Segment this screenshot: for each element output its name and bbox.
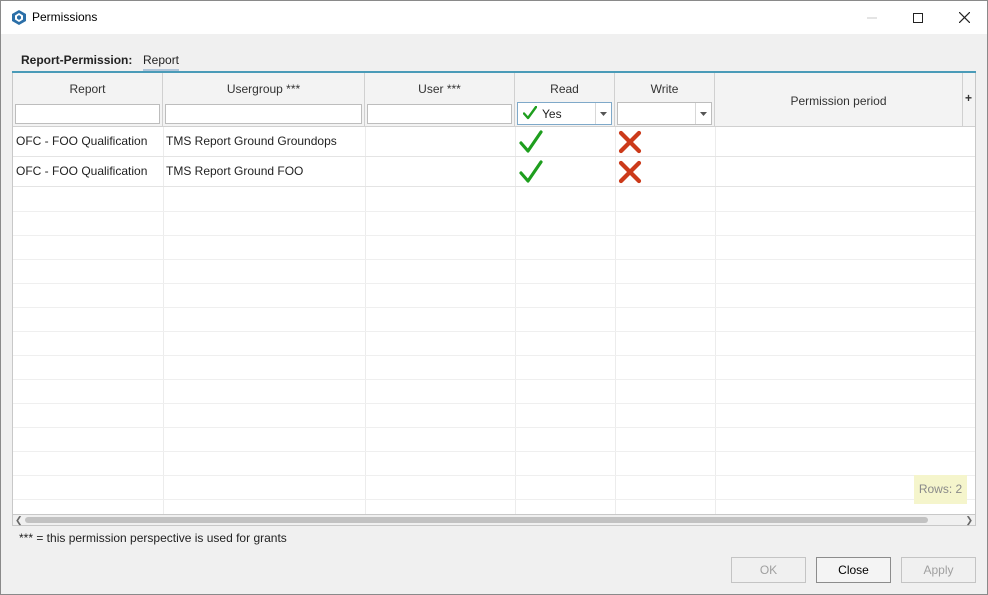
column-header-report[interactable]: Report	[13, 73, 163, 127]
grid-divider	[13, 259, 975, 260]
table-row[interactable]: OFC - FOO Qualification TMS Report Groun…	[13, 157, 975, 187]
cross-icon[interactable]	[618, 160, 642, 184]
tab-caption: Report-Permission:	[21, 53, 133, 67]
column-header-write[interactable]: Write	[615, 73, 715, 127]
scroll-left-icon[interactable]: ❮	[15, 515, 23, 525]
horizontal-scrollbar[interactable]: ❮ ❯	[12, 514, 976, 526]
cell-period	[715, 127, 963, 157]
tab-report[interactable]: Report	[143, 53, 180, 72]
cell-period	[715, 157, 963, 187]
cell-usergroup: TMS Report Ground Groundops	[166, 134, 337, 148]
table-row[interactable]: OFC - FOO Qualification TMS Report Groun…	[13, 127, 975, 157]
grid-divider	[13, 211, 975, 212]
grants-footnote: *** = this permission perspective is use…	[19, 531, 287, 545]
close-window-button[interactable]	[941, 1, 987, 34]
maximize-icon	[913, 12, 923, 23]
grid-divider	[13, 235, 975, 236]
rows-count-badge: Rows: 2	[914, 475, 967, 504]
grid-divider	[13, 499, 975, 500]
column-header-usergroup[interactable]: Usergroup ***	[163, 73, 365, 127]
write-filter-select[interactable]	[617, 102, 712, 125]
grid-header: Report Usergroup *** User *** Read Yes W…	[13, 73, 975, 127]
column-header-user[interactable]: User ***	[365, 73, 515, 127]
report-filter-input[interactable]	[15, 104, 160, 124]
grid-divider	[13, 283, 975, 284]
cell-report: OFC - FOO Qualification	[16, 164, 148, 178]
usergroup-filter-input[interactable]	[165, 104, 362, 124]
maximize-button[interactable]	[895, 1, 941, 34]
check-icon	[523, 106, 537, 120]
column-label-report: Report	[69, 82, 106, 96]
minimize-button[interactable]	[849, 1, 895, 34]
check-icon[interactable]	[519, 130, 543, 154]
cell-user	[365, 157, 515, 187]
grid-divider	[13, 403, 975, 404]
scrollbar-thumb[interactable]	[25, 517, 928, 523]
tab-bar: Report-Permission: Report	[13, 47, 977, 73]
grid-divider	[13, 451, 975, 452]
column-label-period: Permission period	[790, 94, 887, 108]
cell-usergroup: TMS Report Ground FOO	[166, 164, 304, 178]
grid-divider	[13, 379, 975, 380]
column-label-write: Write	[650, 82, 679, 96]
minimize-icon	[867, 17, 877, 18]
grid-divider	[13, 475, 975, 476]
read-filter-select[interactable]: Yes	[517, 102, 612, 125]
add-column-button[interactable]: +	[965, 91, 972, 105]
grid-divider	[13, 427, 975, 428]
apply-button[interactable]: Apply	[901, 557, 976, 583]
cell-user	[365, 127, 515, 157]
column-header-read[interactable]: Read Yes	[515, 73, 615, 127]
app-logo-icon	[12, 10, 26, 25]
grid-divider	[13, 331, 975, 332]
ok-button[interactable]: OK	[731, 557, 806, 583]
column-label-usergroup: Usergroup ***	[226, 82, 301, 96]
permissions-grid: Report Usergroup *** User *** Read Yes W…	[12, 73, 976, 514]
column-label-user: User ***	[418, 82, 461, 96]
read-filter-value: Yes	[542, 107, 562, 121]
cell-report: OFC - FOO Qualification	[16, 134, 148, 148]
window-title: Permissions	[32, 10, 98, 24]
user-filter-input[interactable]	[367, 104, 512, 124]
chevron-down-icon[interactable]	[595, 103, 611, 124]
scroll-right-icon[interactable]: ❯	[965, 515, 973, 525]
title-bar: Permissions	[1, 1, 987, 34]
column-label-read: Read	[550, 82, 579, 96]
chevron-down-icon[interactable]	[695, 103, 711, 124]
column-header-period[interactable]: Permission period	[715, 73, 963, 127]
close-icon	[958, 12, 970, 23]
check-icon[interactable]	[519, 160, 543, 184]
grid-divider	[13, 307, 975, 308]
cross-icon[interactable]	[618, 130, 642, 154]
grid-divider	[13, 355, 975, 356]
close-button[interactable]: Close	[816, 557, 891, 583]
